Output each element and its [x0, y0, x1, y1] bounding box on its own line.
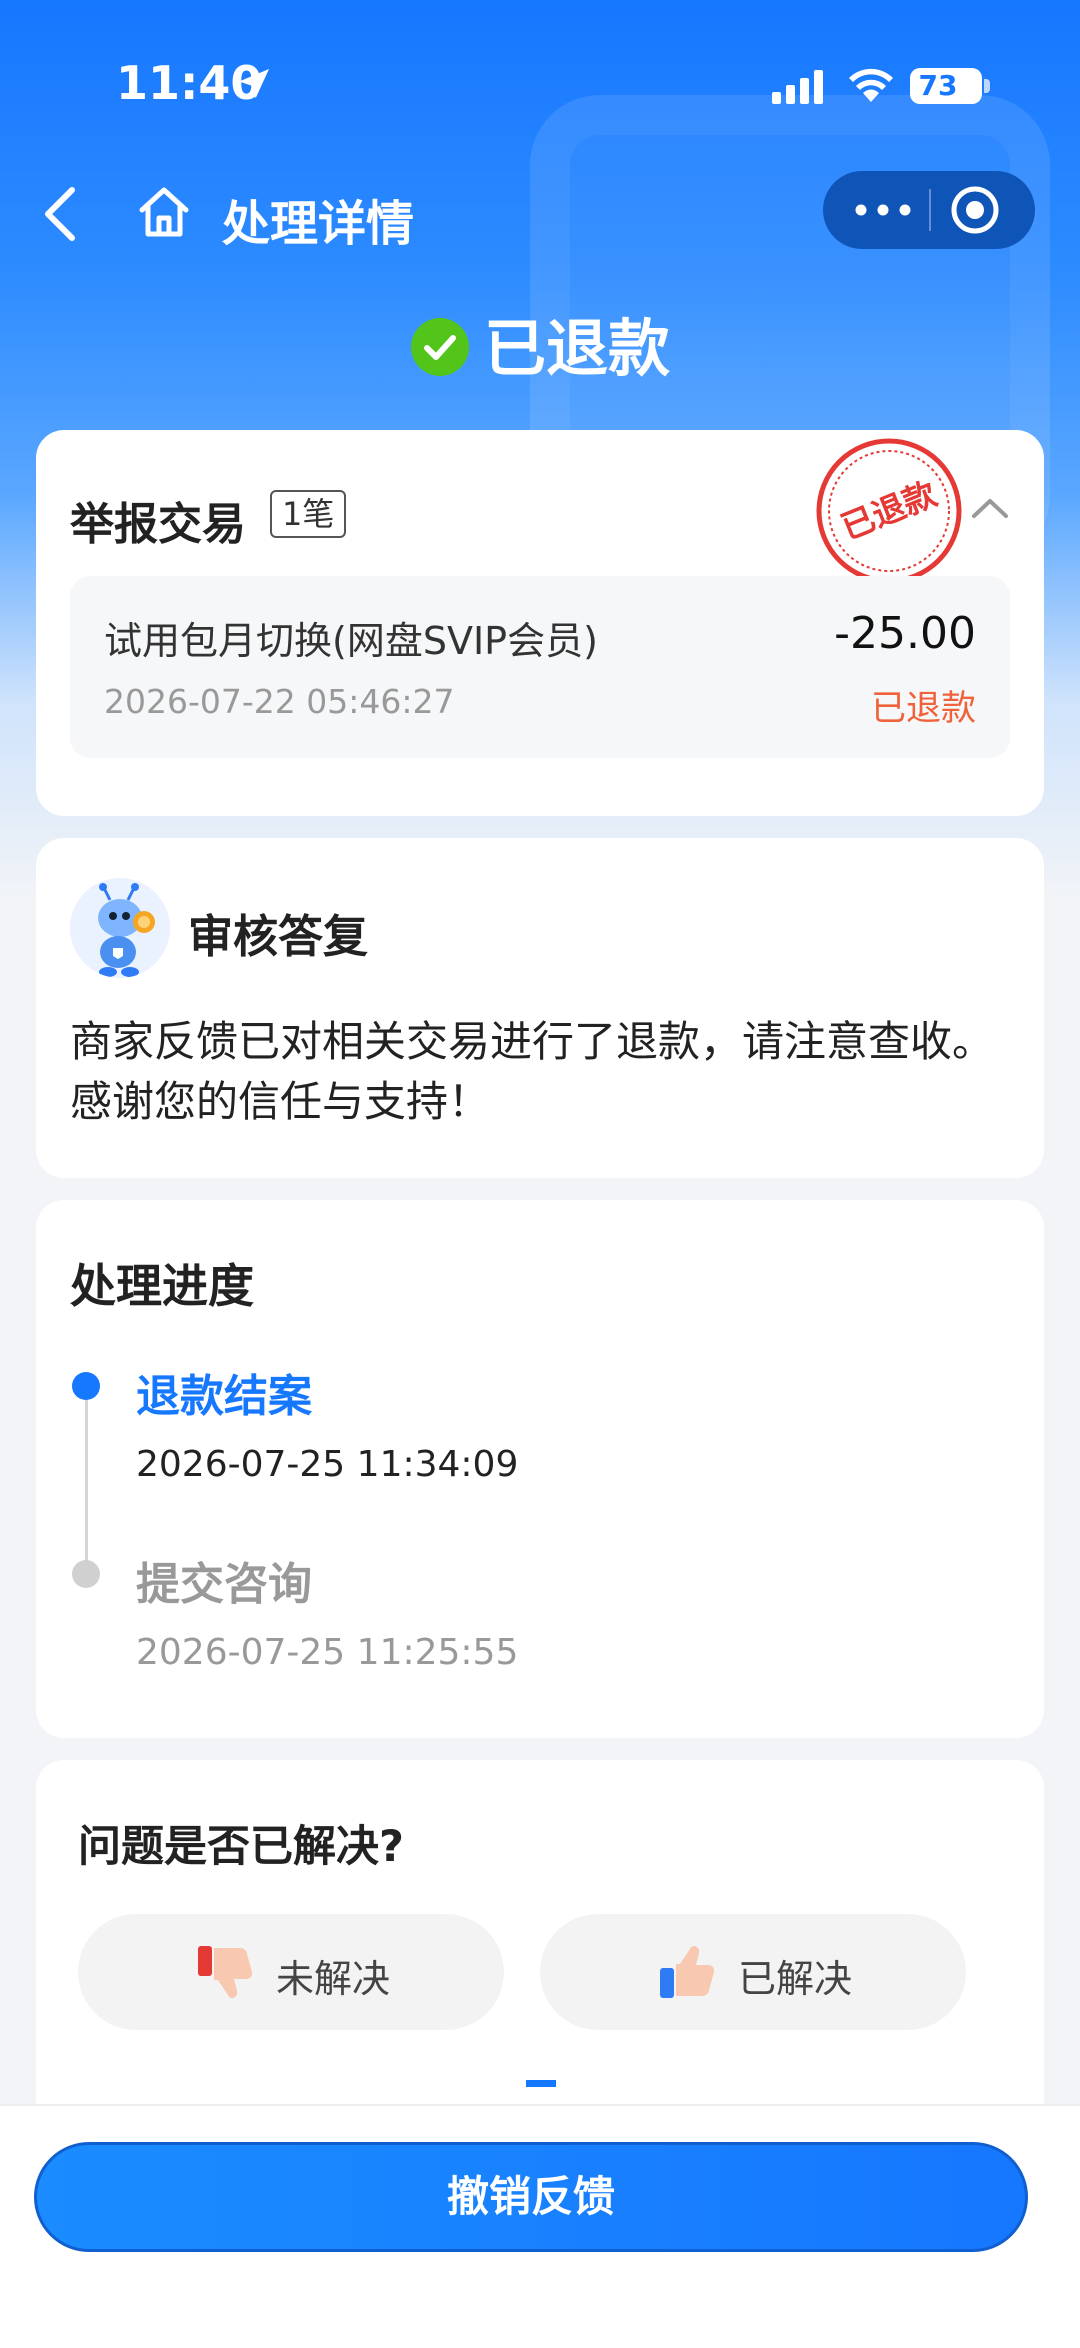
- progress-title: 处理进度: [70, 1259, 254, 1313]
- location-arrow-icon: [239, 69, 269, 99]
- battery-level: 73: [918, 69, 958, 102]
- mini-program-capsule: [823, 171, 1035, 249]
- unresolved-button[interactable]: 未解决: [78, 1914, 504, 2030]
- reply-body: 商家反馈已对相关交易进行了退款，请注意查收。感谢您的信任与支持！: [70, 1017, 995, 1126]
- avatar: [70, 878, 170, 978]
- page-title: 处理详情: [222, 196, 415, 252]
- timeline-dot-active: [72, 1372, 100, 1400]
- check-circle-icon: [410, 317, 469, 376]
- report-card: 举报交易 1笔 已退款 试用包月切换(网盘SVIP会员) -25.00 2026…: [36, 430, 1044, 816]
- revoke-feedback-button[interactable]: 撤销反馈: [34, 2142, 1028, 2252]
- transaction-item[interactable]: 试用包月切换(网盘SVIP会员) -25.00 2026-07-22 05:46…: [70, 576, 1010, 758]
- close-target-icon[interactable]: [949, 184, 1001, 236]
- timeline-step-time: 2026-07-25 11:34:09: [136, 1444, 519, 1485]
- progress-card: 处理进度 退款结案 2026-07-25 11:34:09 提交咨询 2026-…: [36, 1200, 1044, 1738]
- timeline-line: [85, 1386, 88, 1574]
- refunded-stamp-icon: 已退款: [816, 438, 962, 584]
- hero-status-text: 已退款: [483, 312, 670, 385]
- wifi-icon: [849, 68, 893, 102]
- cellular-signal-icon: [772, 70, 823, 104]
- timeline-step-time: 2026-07-25 11:25:55: [136, 1632, 519, 1673]
- thumbs-down-icon: [198, 1946, 253, 1998]
- bottom-bar: 撤销反馈: [0, 2104, 1080, 2348]
- robot-mascot-icon: [70, 878, 170, 978]
- scroll-indicator: [526, 2080, 556, 2087]
- battery-indicator: 73: [910, 68, 990, 104]
- transaction-status: 已退款: [870, 689, 976, 729]
- status-bar: 11:40 73: [0, 48, 1080, 128]
- chevron-up-icon[interactable]: [970, 496, 1010, 520]
- more-dots-icon[interactable]: [853, 193, 913, 227]
- unresolved-label: 未解决: [276, 1957, 391, 2001]
- count-badge: 1笔: [270, 490, 347, 538]
- transaction-amount: -25.00: [834, 608, 976, 659]
- feedback-question: 问题是否已解决?: [78, 1822, 404, 1872]
- timeline-step-label: 退款结案: [136, 1371, 312, 1422]
- transaction-name: 试用包月切换(网盘SVIP会员): [104, 619, 598, 663]
- nav-bar: 处理详情: [0, 170, 1080, 270]
- report-title: 举报交易: [70, 499, 246, 550]
- resolved-label: 已解决: [738, 1957, 853, 2001]
- reply-title: 审核答复: [188, 910, 369, 963]
- feedback-card: 问题是否已解决? 未解决 已解决: [36, 1760, 1044, 2120]
- back-arrow-icon[interactable]: [40, 184, 80, 244]
- resolved-button[interactable]: 已解决: [540, 1914, 966, 2030]
- transaction-date: 2026-07-22 05:46:27: [104, 682, 455, 721]
- timeline-step-label: 提交咨询: [136, 1559, 312, 1610]
- capsule-divider: [929, 189, 931, 231]
- home-icon[interactable]: [134, 182, 194, 242]
- timeline-dot-inactive: [72, 1560, 100, 1588]
- reply-card: 审核答复 商家反馈已对相关交易进行了退款，请注意查收。感谢您的信任与支持！: [36, 838, 1044, 1178]
- thumbs-up-icon: [660, 1946, 715, 1998]
- hero-status: 已退款: [0, 298, 1080, 388]
